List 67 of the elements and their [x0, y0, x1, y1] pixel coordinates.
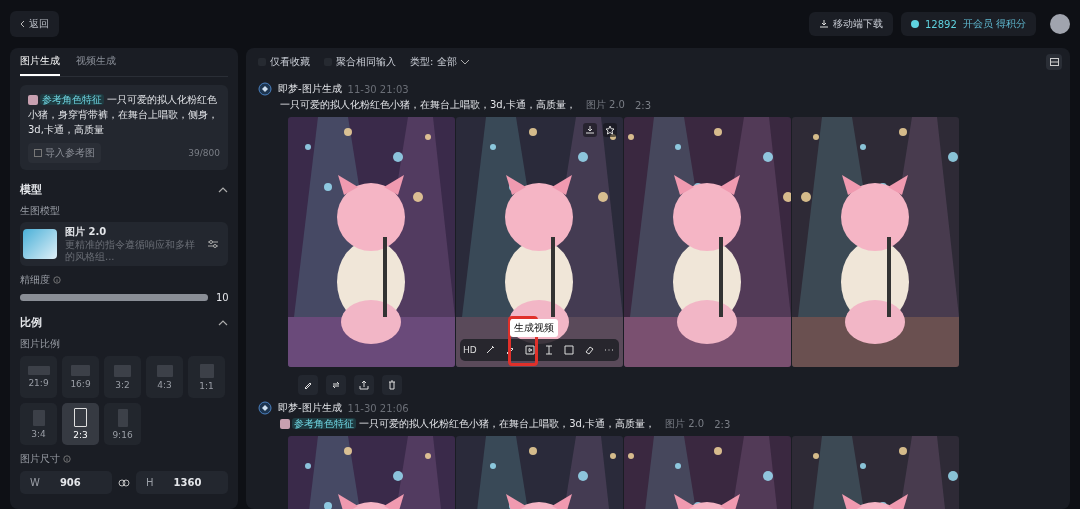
model-name: 图片 2.0 — [65, 225, 108, 239]
prompt-text: 一只可爱的拟人化粉红色小猪，在舞台上唱歌，3d,卡通，高质量， — [280, 98, 576, 112]
ratio-option[interactable]: 3:2 — [104, 356, 141, 398]
ratio-option[interactable]: 16:9 — [62, 356, 99, 398]
model-tag: 图片 2.0 — [665, 417, 705, 431]
model-tag: 图片 2.0 — [585, 98, 625, 112]
field-label: 生图模型 — [20, 204, 60, 218]
field-label: 图片比例 — [20, 337, 60, 351]
delete-icon[interactable] — [382, 375, 402, 395]
model-description: 更精准的指令遵循响应和多样的风格组... — [65, 239, 196, 263]
prompt-text: 参考角色特征 一只可爱的拟人化粉红色小猪，身穿背带裤，在舞台上唱歌，侧身，3d,卡通，高质量 — [28, 93, 219, 137]
slider-value: 10 — [216, 292, 228, 303]
ratio-option[interactable]: 21:9 — [20, 356, 57, 398]
ratio-tag: 2:3 — [714, 418, 731, 430]
logo-icon — [258, 401, 272, 415]
regenerate-icon[interactable] — [326, 375, 346, 395]
download-icon[interactable] — [583, 123, 597, 137]
avatar[interactable] — [1050, 14, 1070, 34]
download-icon — [819, 19, 829, 29]
membership-link[interactable]: 开会员 得积分 — [962, 17, 1026, 31]
back-button[interactable]: 返回 — [10, 11, 59, 37]
tab[interactable]: 视频生成 — [76, 48, 116, 76]
filter-checkbox[interactable]: 聚合相同输入 — [324, 55, 396, 69]
type-dropdown[interactable]: 类型: 全部 — [410, 55, 470, 69]
link-icon[interactable] — [118, 478, 130, 487]
panel-toggle-icon[interactable] — [1046, 54, 1062, 70]
points-icon — [911, 20, 919, 28]
tooltip: 生成视频 — [510, 319, 558, 337]
star-icon[interactable] — [603, 123, 617, 137]
ratio-option[interactable]: 1:1 — [188, 356, 225, 398]
height-field[interactable]: H 1360 — [136, 471, 228, 494]
mobile-download-button[interactable]: 移动端下载 — [809, 12, 893, 36]
ratio-option[interactable]: 3:4 — [20, 403, 57, 445]
share-icon[interactable] — [354, 375, 374, 395]
width-field[interactable]: W 906 — [20, 471, 112, 494]
import-reference-button[interactable]: 导入参考图 — [28, 143, 101, 163]
settings-icon[interactable] — [207, 238, 219, 250]
timestamp: 11-30 21:06 — [347, 402, 409, 414]
prompt-text: 参考角色特征 一只可爱的拟人化粉红色小猪，在舞台上唱歌，3d,卡通，高质量， — [280, 417, 656, 431]
image-icon — [34, 149, 42, 157]
field-label: 精细度 — [20, 273, 50, 287]
collapse-icon[interactable] — [218, 319, 228, 326]
tab[interactable]: 图片生成 — [20, 48, 60, 76]
logo-icon — [258, 82, 272, 96]
collapse-icon[interactable] — [218, 186, 228, 193]
source-title: 即梦-图片生成 — [278, 82, 342, 96]
ratio-tag: 2:3 — [635, 99, 652, 111]
section-title: 比例 — [20, 315, 42, 330]
points-count: 12892 — [925, 18, 957, 30]
edit-icon[interactable] — [298, 375, 318, 395]
char-counter: 39/800 — [188, 148, 220, 158]
timestamp: 11-30 21:03 — [347, 83, 409, 95]
detail-slider[interactable] — [20, 294, 208, 301]
info-icon[interactable] — [53, 276, 61, 284]
source-title: 即梦-图片生成 — [278, 401, 342, 415]
model-card[interactable]: 图片 2.0 更精准的指令遵循响应和多样的风格组... — [20, 222, 228, 266]
ratio-option[interactable]: 4:3 — [146, 356, 183, 398]
ratio-option[interactable]: 2:3 — [62, 403, 99, 445]
section-title: 模型 — [20, 182, 42, 197]
field-label: 图片尺寸 — [20, 452, 60, 466]
prompt-field[interactable]: 参考角色特征 一只可爱的拟人化粉红色小猪，身穿背带裤，在舞台上唱歌，侧身，3d,卡通，高质量 导入参考图 39/800 — [20, 85, 228, 170]
hd-button[interactable]: HD — [462, 343, 477, 357]
info-icon[interactable] — [63, 455, 71, 463]
filter-checkbox[interactable]: 仅看收藏 — [258, 55, 310, 69]
chevron-down-icon — [459, 59, 470, 65]
ratio-option[interactable]: 9:16 — [104, 403, 141, 445]
crop-icon[interactable] — [562, 343, 577, 357]
